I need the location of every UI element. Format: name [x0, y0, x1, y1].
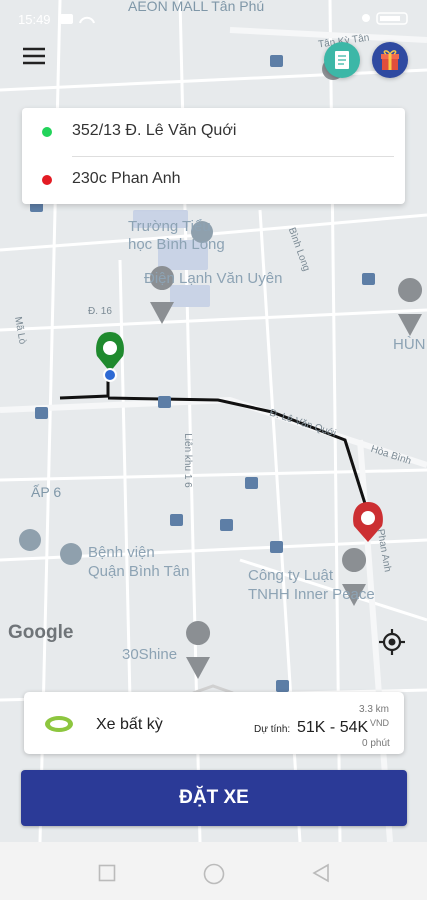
route-search-card: 352/13 Đ. Lê Văn Quới 230c Phan Anh — [22, 108, 405, 204]
destination-address: 230c Phan Anh — [72, 170, 181, 187]
map-label-hospital-line1: Bệnh viện — [88, 544, 155, 561]
receipt-button[interactable] — [324, 42, 360, 78]
battery-icon — [362, 12, 408, 25]
ride-name: Xe bất kỳ — [96, 716, 163, 733]
status-time: 15:49 — [18, 12, 51, 27]
map-label-hospital-line2: Quận Bình Tân — [88, 563, 190, 580]
recents-icon[interactable] — [98, 864, 116, 882]
gift-button[interactable] — [372, 42, 408, 78]
pickup-field[interactable]: 352/13 Đ. Lê Văn Quới — [22, 108, 405, 156]
map-label-school-line1: Trường Tiểu — [128, 218, 211, 235]
gift-icon — [381, 50, 399, 70]
ride-duration: 0 phút — [362, 738, 390, 749]
menu-icon[interactable] — [20, 44, 48, 68]
google-logo: Google — [8, 622, 74, 643]
map-label-hospital: Bệnh viện Quận Bình Tân — [88, 543, 189, 581]
ride-option-card[interactable]: Xe bất kỳ Dự tính: 51K - 54K VND 3.3 km … — [24, 692, 404, 754]
book-ride-button[interactable]: ĐẶT XE — [21, 770, 407, 826]
my-location-icon — [379, 629, 405, 655]
pickup-dot-icon — [42, 127, 52, 137]
vehicle-logo-icon — [45, 716, 73, 732]
status-bar: 15:49 — [0, 0, 427, 34]
map-label-school: Trường Tiểu học Bình Long — [128, 218, 225, 254]
ride-distance: 3.3 km — [359, 704, 390, 715]
map-label-law-line1: Công ty Luật — [248, 567, 334, 584]
price-label: Dự tính: — [254, 724, 291, 735]
price-range: 51K - 54K — [297, 719, 369, 736]
map-label-dien-lanh: Điện Lạnh Văn Uyên — [144, 270, 283, 287]
map-label-law-line2: TNHH Inner Peace — [248, 586, 375, 603]
destination-dot-icon — [42, 175, 52, 185]
map-label-shine: 30Shine — [122, 646, 178, 663]
price-currency: VND — [370, 718, 390, 728]
pickup-address: 352/13 Đ. Lê Văn Quới — [72, 122, 237, 139]
receipt-icon — [335, 51, 349, 69]
map-label-ap6: ẤP 6 — [31, 484, 62, 500]
destination-field[interactable]: 230c Phan Anh — [22, 156, 405, 204]
home-icon[interactable] — [203, 863, 225, 885]
map-label-law: Công ty Luật TNHH Inner Peace — [248, 566, 375, 604]
back-icon[interactable] — [311, 863, 331, 883]
my-location-button[interactable] — [378, 628, 406, 656]
status-notification-icons — [60, 14, 95, 24]
map-label-d16: Đ. 16 — [88, 306, 112, 317]
map-label-hun: HÙN — [393, 336, 426, 353]
map-label-lien-khu: Liên khu 1 6 — [181, 433, 193, 488]
system-nav-bar — [0, 842, 427, 900]
map-label-school-line2: học Bình Long — [128, 236, 225, 253]
